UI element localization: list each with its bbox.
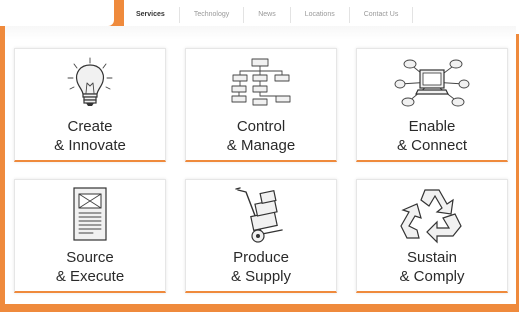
tile-source-execute[interactable]: Source & Execute xyxy=(14,179,166,293)
tile-label: Sustain & Comply xyxy=(399,249,465,285)
nav-item-locations[interactable]: Locations xyxy=(289,7,349,23)
flowchart-icon xyxy=(186,55,336,113)
network-computer-icon xyxy=(357,55,507,113)
tile-label: Control & Manage xyxy=(226,118,296,154)
tile-control-manage[interactable]: Control & Manage xyxy=(185,48,337,162)
lightbulb-icon xyxy=(15,55,165,113)
tile-sustain-comply[interactable]: Sustain & Comply xyxy=(356,179,508,293)
main-nav: Services Technology News Locations Conta… xyxy=(122,4,414,26)
document-icon xyxy=(15,186,165,244)
tile-produce-supply[interactable]: Produce & Supply xyxy=(185,179,337,293)
nav-item-technology[interactable]: Technology xyxy=(178,7,243,23)
tile-label: Create & Innovate xyxy=(54,118,126,154)
nav-item-services[interactable]: Services xyxy=(122,7,179,23)
nav-divider xyxy=(412,7,414,23)
frame-tab-inner xyxy=(0,0,114,26)
frame-left-bar xyxy=(0,28,5,312)
tile-enable-connect[interactable]: Enable & Connect xyxy=(356,48,508,162)
services-grid: Create & Innovate Control & Manage Enabl… xyxy=(14,48,508,296)
tile-label: Source & Execute xyxy=(55,249,125,285)
tile-label: Enable & Connect xyxy=(396,118,468,154)
tile-create-innovate[interactable]: Create & Innovate xyxy=(14,48,166,162)
header-band xyxy=(5,26,516,40)
nav-item-contact-us[interactable]: Contact Us xyxy=(348,7,413,23)
frame-bottom-bar xyxy=(0,304,519,312)
tile-label: Produce & Supply xyxy=(230,249,292,285)
recycle-icon xyxy=(357,186,507,244)
hand-truck-icon xyxy=(186,186,336,244)
nav-item-news[interactable]: News xyxy=(243,7,290,23)
